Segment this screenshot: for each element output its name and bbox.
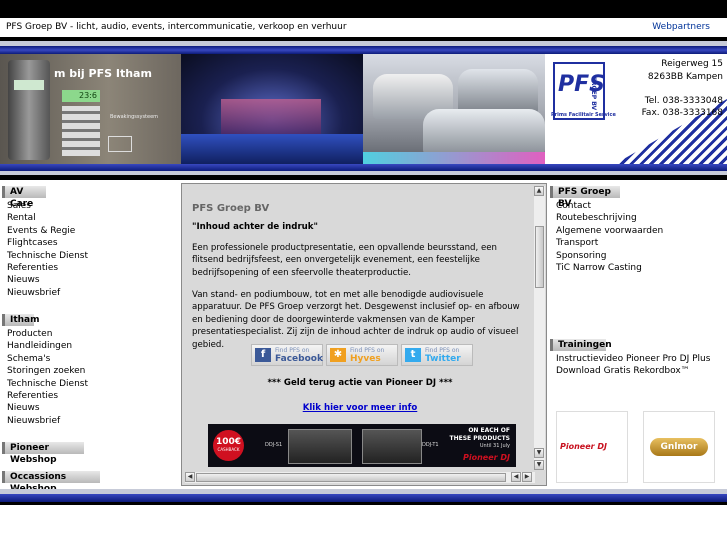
content-subtitle: "Inhoud achter de indruk" (192, 222, 318, 232)
nav-item[interactable]: Contact (556, 200, 663, 212)
nav-list-trainingen: Instructievideo Pioneer Pro DJ Plus Down… (556, 353, 710, 378)
offer-text: Until 31 July (479, 443, 510, 449)
banner-slogan: m bij PFS Itham (54, 67, 152, 80)
address-street: Reigerweg 15 (661, 59, 723, 69)
nav-item[interactable]: Producten (7, 328, 88, 340)
nav-list-itham: Producten Handleidingen Schema's Storing… (7, 328, 88, 427)
twitter-button[interactable]: t Find PFS on Twitter (401, 344, 473, 366)
device-display: 23:6 (62, 90, 100, 102)
nav-item[interactable]: Referenties (7, 262, 88, 274)
nav-item[interactable]: Instructievideo Pioneer Pro DJ Plus (556, 353, 710, 365)
content-paragraph: Een professionele productpresentatie, ee… (192, 243, 497, 278)
nav-item[interactable]: Transport (556, 237, 663, 249)
nav-heading-itham[interactable]: Itham (2, 314, 40, 326)
nav-item[interactable]: Referenties (7, 390, 88, 402)
divider (0, 164, 727, 171)
fax-number: Fax. 038-3333168 (641, 108, 723, 118)
scroll-up-button[interactable]: ▲ (534, 186, 544, 196)
nav-item[interactable]: Technische Dienst (7, 250, 88, 262)
product-label: DDJ-S1 (265, 442, 283, 448)
nav-item[interactable]: Sales (7, 200, 88, 212)
intercom-device (8, 60, 50, 160)
phone-number: Tel. 038-3333048 (644, 96, 723, 106)
facebook-button[interactable]: f Find PFS on Facebook (251, 344, 323, 366)
keypad-icon (62, 106, 100, 156)
title-bar: PFS Groep BV - licht, audio, events, int… (0, 18, 727, 37)
divider (0, 175, 727, 180)
nav-heading-pioneer-webshop[interactable]: Pioneer Webshop (2, 442, 84, 465)
product-label: DDJ-T1 (422, 442, 439, 448)
nav-item[interactable]: Nieuws (7, 402, 88, 414)
hyves-icon: ✱ (330, 348, 346, 362)
pioneer-dj-logo[interactable]: Pioneer DJ (556, 411, 628, 483)
content-paragraph: Van stand- en podiumbouw, tot en met all… (192, 290, 520, 350)
scroll-down-button[interactable]: ▼ (534, 460, 544, 470)
nav-item[interactable]: Schema's (7, 353, 88, 365)
banner-event-image (181, 54, 363, 164)
logo-side-text: GROEP BV (590, 76, 597, 111)
horizontal-scrollbar[interactable]: ◀ ◀ ▶ (185, 472, 535, 483)
twitter-icon: t (405, 348, 421, 362)
nav-item[interactable]: Flightcases (7, 237, 88, 249)
promo-heading: *** Geld terug actie van Pioneer DJ *** (267, 378, 453, 388)
scroll-down-button[interactable]: ▼ (534, 448, 544, 458)
scroll-right-button[interactable]: ▶ (522, 472, 532, 482)
nav-heading-occassions-webshop[interactable]: Occassions Webshop (2, 471, 100, 494)
gnlmor-logo[interactable]: Gnlmor (643, 411, 715, 483)
nav-list-pfs-groep: Contact Routebeschrijving Algemene voorw… (556, 200, 663, 274)
promo-link[interactable]: Klik hier voor meer info (185, 403, 535, 413)
banner-cars-image (363, 54, 545, 164)
content-title: PFS Groep BV (192, 203, 270, 214)
nav-item[interactable]: Storingen zoeken (7, 365, 88, 377)
nav-item[interactable]: Technische Dienst (7, 378, 88, 390)
address-city: 8263BB Kampen (647, 72, 723, 82)
nav-item[interactable]: Nieuwsbrief (7, 415, 88, 427)
nav-item[interactable]: TiC Narrow Casting (556, 262, 663, 274)
nav-item[interactable]: Download Gratis Rekordbox™ (556, 365, 710, 377)
scroll-left-button[interactable]: ◀ (511, 472, 521, 482)
cashback-badge: 100€ CASHBACK (213, 430, 244, 461)
nav-item[interactable]: Nieuws (7, 274, 88, 286)
scroll-left-button[interactable]: ◀ (185, 472, 195, 482)
divider (0, 502, 727, 505)
site-title: PFS Groep BV - licht, audio, events, int… (6, 22, 347, 32)
facebook-icon: f (255, 348, 271, 362)
webpartners-link[interactable]: Webpartners (652, 22, 710, 32)
nav-item[interactable]: Handleidingen (7, 340, 88, 352)
header-banner: m bij PFS Itham 23:6 Bewakingssysteem PF… (0, 54, 727, 164)
dj-controller-image (288, 429, 352, 464)
scrollbar-thumb[interactable] (535, 226, 544, 288)
nav-list-av-care: Sales Rental Events & Regie Flightcases … (7, 200, 88, 299)
divider (0, 494, 727, 502)
logo-tagline: Prims Facilitair Service (551, 112, 616, 118)
scrollbar-thumb[interactable] (196, 473, 506, 482)
nav-item[interactable]: Algemene voorwaarden (556, 225, 663, 237)
nav-heading-pfs-groep[interactable]: PFS Groep BV (550, 186, 620, 209)
banner-contact-panel: PFS GROEP BV Prims Facilitair Service Re… (545, 54, 727, 164)
dj-controller-image (362, 429, 422, 464)
nav-heading-av-care[interactable]: AV Care (2, 186, 46, 209)
pioneer-promo-banner[interactable]: 100€ CASHBACK DDJ-S1 DDJ-T1 ON EACH OF T… (208, 424, 516, 467)
device-caption: Bewakingssysteem (110, 114, 159, 120)
card-icon (108, 136, 132, 152)
nav-item[interactable]: Rental (7, 212, 88, 224)
hyves-button[interactable]: ✱ Find PFS on Hyves (326, 344, 398, 366)
banner-intercom-image: m bij PFS Itham 23:6 Bewakingssysteem (0, 54, 181, 164)
offer-text: ON EACH OF (468, 427, 510, 434)
vertical-scrollbar[interactable]: ▲ ▼ ▼ (534, 186, 545, 470)
offer-text: THESE PRODUCTS (449, 435, 510, 442)
nav-item[interactable]: Nieuwsbrief (7, 287, 88, 299)
nav-heading-trainingen[interactable]: Trainingen (550, 339, 612, 351)
divider (0, 46, 727, 54)
top-bar (0, 0, 727, 18)
pioneer-logo: Pioneer DJ (463, 453, 510, 462)
nav-item[interactable]: Events & Regie (7, 225, 88, 237)
nav-item[interactable]: Routebeschrijving (556, 212, 663, 224)
nav-item[interactable]: Sponsoring (556, 250, 663, 262)
